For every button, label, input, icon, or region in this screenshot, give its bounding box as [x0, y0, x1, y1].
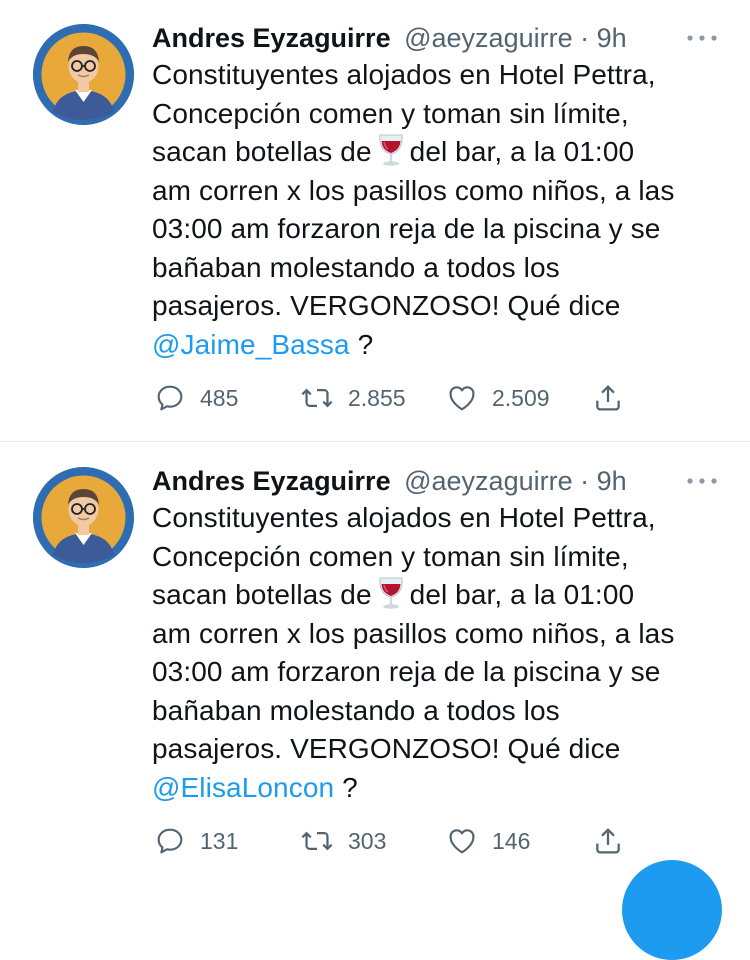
wine-glass-icon [376, 133, 406, 167]
more-button[interactable] [680, 26, 724, 50]
reply-button[interactable]: 131 [154, 821, 238, 861]
tweet[interactable]: Andres Eyzaguirre @aeyzaguirre · 9h Cons… [0, 0, 750, 442]
separator-dot: · [580, 23, 590, 53]
retweet-count: 2.855 [348, 384, 406, 411]
timestamp[interactable]: 9h [597, 466, 627, 496]
text-line: 03:00 am forzaron reja de la piscina y s… [152, 656, 661, 687]
wine-glass-icon [376, 576, 406, 610]
tweet-actions: 131 303 146 [150, 821, 650, 861]
avatar-illustration-icon [33, 467, 134, 568]
tweet-divider [0, 441, 750, 442]
tweet-text: Constituyentes alojados en Hotel Pettra,… [152, 499, 732, 807]
timestamp[interactable]: 9h [597, 23, 627, 53]
share-icon [596, 828, 620, 854]
tweet[interactable]: Andres Eyzaguirre @aeyzaguirre · 9h Cons… [0, 443, 750, 876]
text-line: @Jaime_Bassa ? [152, 326, 732, 365]
compose-fab-icon[interactable] [622, 860, 722, 960]
reply-icon [157, 385, 183, 411]
author-name[interactable]: Andres Eyzaguirre [152, 23, 391, 53]
share-button[interactable] [592, 378, 624, 418]
share-button[interactable] [592, 821, 624, 861]
text-line: bañaban molestando a todos los [152, 251, 560, 283]
text-line: Constituyentes alojados en Hotel Pettra, [152, 502, 656, 533]
text-line: Concepción comen y toman sin límite, [152, 97, 629, 129]
reply-count: 485 [200, 384, 239, 411]
text-segment: del bar, a la 01:00 [409, 579, 635, 610]
retweet-icon [301, 388, 333, 408]
reply-count: 131 [200, 827, 239, 854]
mention-link[interactable]: @Jaime_Bassa [152, 329, 350, 360]
retweet-button[interactable]: 303 [300, 821, 386, 861]
tweet-actions: 485 2.855 2.509 [150, 378, 650, 418]
avatar-illustration-icon [33, 24, 134, 125]
heart-icon [449, 386, 475, 411]
author-handle[interactable]: @aeyzaguirre [404, 23, 573, 53]
more-icon [687, 35, 717, 41]
reply-icon [157, 828, 183, 854]
text-segment: del bar, a la 01:00 [409, 136, 635, 167]
retweet-button[interactable]: 2.855 [300, 378, 406, 418]
text-line: am corren x los pasillos como niños, a l… [152, 174, 675, 206]
more-button[interactable] [680, 469, 724, 493]
text-line: am corren x los pasillos como niños, a l… [152, 617, 675, 649]
text-line: Constituyentes alojados en Hotel Pettra, [152, 59, 656, 90]
like-count: 146 [492, 827, 531, 854]
like-count: 2.509 [492, 384, 550, 411]
retweet-count: 303 [348, 827, 387, 854]
text-line: sacan botellas de del bar, a la 01:00 [152, 576, 732, 615]
avatar[interactable] [33, 24, 134, 125]
share-icon [596, 385, 620, 411]
mention-link[interactable]: @ElisaLoncon [152, 772, 334, 803]
text-segment: sacan botellas de [152, 136, 372, 167]
text-segment: ? [342, 771, 358, 803]
like-button[interactable]: 146 [446, 821, 530, 861]
text-line: 03:00 am forzaron reja de la piscina y s… [152, 213, 661, 244]
text-segment: sacan botellas de [152, 579, 372, 610]
text-line: @ElisaLoncon ? [152, 769, 732, 808]
text-line: pasajeros. VERGONZOSO! Qué dice [152, 290, 621, 321]
more-icon [687, 478, 717, 484]
like-button[interactable]: 2.509 [446, 378, 550, 418]
separator-dot: · [580, 466, 590, 496]
text-line: Concepción comen y toman sin límite, [152, 540, 629, 572]
author-handle[interactable]: @aeyzaguirre [404, 466, 573, 496]
text-segment: ? [357, 328, 374, 360]
tweet-header: Andres Eyzaguirre @aeyzaguirre · 9h [152, 20, 627, 56]
avatar[interactable] [33, 467, 134, 568]
heart-icon [449, 829, 475, 854]
reply-button[interactable]: 485 [154, 378, 238, 418]
text-line: bañaban molestando a todos los [152, 694, 560, 726]
retweet-icon [301, 831, 333, 851]
tweet-text: Constituyentes alojados en Hotel Pettra,… [152, 56, 732, 364]
text-line: sacan botellas de del bar, a la 01:00 [152, 133, 732, 172]
author-name[interactable]: Andres Eyzaguirre [152, 466, 391, 496]
text-line: pasajeros. VERGONZOSO! Qué dice [152, 733, 621, 764]
tweet-header: Andres Eyzaguirre @aeyzaguirre · 9h [152, 463, 627, 499]
